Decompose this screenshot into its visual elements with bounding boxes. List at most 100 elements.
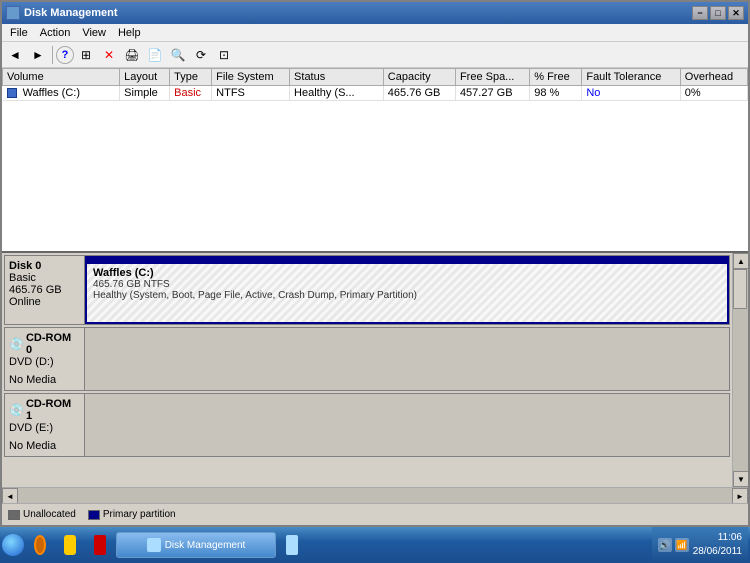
start-button[interactable] [2, 534, 24, 556]
main-content: Volume Layout Type File System Status Ca… [2, 68, 748, 525]
disk-map-inner: Disk 0 Basic 465.76 GB Online Waffles (C… [2, 253, 732, 487]
partition-info: 465.76 GB NTFS [93, 279, 721, 290]
col-overhead[interactable]: Overhead [680, 69, 747, 86]
clock-time: 11:06 [693, 531, 742, 545]
toolbar-sep-1 [52, 46, 53, 64]
print-button[interactable]: 🖨 [121, 44, 143, 66]
system-time: 11:06 28/06/2011 [693, 531, 742, 559]
hscroll-right-arrow[interactable]: ► [732, 488, 748, 504]
tools-icon [286, 535, 298, 555]
cdrom-0-icon: 💿 [9, 337, 24, 351]
clock-date: 28/06/2011 [693, 545, 742, 559]
minimize-button[interactable]: − [692, 6, 708, 20]
disk-map-scroll-container: Disk 0 Basic 465.76 GB Online Waffles (C… [2, 253, 748, 487]
tray-icon-2: 📶 [675, 538, 689, 552]
cdrom-0-row: 💿 CD-ROM 0 DVD (D:) No Media [4, 327, 730, 391]
forward-button[interactable]: ► [27, 44, 49, 66]
col-filesystem[interactable]: File System [212, 69, 290, 86]
cdrom-0-contents [85, 328, 729, 390]
menu-help[interactable]: Help [112, 26, 147, 40]
menu-bar: File Action View Help [2, 24, 748, 42]
cdrom-1-media: No Media [9, 440, 80, 452]
window-title: Disk Management [24, 7, 118, 19]
cdrom-1-row: 💿 CD-ROM 1 DVD (E:) No Media [4, 393, 730, 457]
maximize-button[interactable]: □ [710, 6, 726, 20]
col-pctfree[interactable]: % Free [530, 69, 582, 86]
menu-view[interactable]: View [76, 26, 112, 40]
ie-icon [34, 535, 46, 555]
taskbar-apps: Disk Management [26, 532, 652, 558]
menu-file[interactable]: File [4, 26, 34, 40]
hscroll-track[interactable] [18, 488, 732, 503]
taskbar-app-2[interactable] [56, 532, 84, 558]
search-button[interactable]: 🔍 [167, 44, 189, 66]
col-capacity[interactable]: Capacity [383, 69, 455, 86]
col-faulttolerance[interactable]: Fault Tolerance [582, 69, 680, 86]
legend-primary-label: Primary partition [103, 509, 176, 520]
help-button[interactable]: ? [56, 46, 74, 64]
back-button[interactable]: ◄ [4, 44, 26, 66]
volume-icon [7, 88, 17, 98]
unallocated-swatch [8, 510, 20, 520]
disk-0-status: Online [9, 296, 80, 308]
taskbar-app-3[interactable] [86, 532, 114, 558]
volume-table: Volume Layout Type File System Status Ca… [2, 68, 748, 101]
tray-icons: 🔊 📶 [658, 538, 689, 552]
partition-status: Healthy (System, Boot, Page File, Active… [93, 290, 721, 301]
cdrom-1-icon: 💿 [9, 403, 24, 417]
horizontal-scrollbar[interactable]: ◄ ► [2, 487, 748, 503]
export-button[interactable]: 📄 [144, 44, 166, 66]
disk-0-label: Disk 0 Basic 465.76 GB Online [5, 256, 85, 324]
volume-table-area: Volume Layout Type File System Status Ca… [2, 68, 748, 253]
legend-bar: Unallocated Primary partition [2, 503, 748, 525]
cell-type: Basic [170, 86, 212, 101]
legend-unallocated: Unallocated [8, 509, 76, 520]
scroll-up-arrow[interactable]: ▲ [733, 253, 748, 269]
legend-primary: Primary partition [88, 509, 176, 520]
close-button[interactable]: ✕ [728, 6, 744, 20]
disk-0-contents: Waffles (C:) 465.76 GB NTFS Healthy (Sys… [85, 256, 729, 324]
cdrom-1-drive: DVD (E:) [9, 422, 80, 434]
col-status[interactable]: Status [290, 69, 384, 86]
tray-icon-1: 🔊 [658, 538, 672, 552]
folder-icon [64, 535, 76, 555]
taskbar-app-active[interactable]: Disk Management [116, 532, 276, 558]
cell-freespace: 457.27 GB [455, 86, 529, 101]
disk-0-type: Basic [9, 272, 80, 284]
col-type[interactable]: Type [170, 69, 212, 86]
cdrom-1-name: CD-ROM 1 [26, 398, 80, 422]
disk-0-name: Disk 0 [9, 260, 80, 272]
scroll-track[interactable] [733, 269, 748, 471]
cdrom-0-drive: DVD (D:) [9, 356, 80, 368]
disk-0-size: 465.76 GB [9, 284, 80, 296]
scroll-thumb[interactable] [733, 269, 747, 309]
cell-capacity: 465.76 GB [383, 86, 455, 101]
active-app-label: Disk Management [165, 540, 246, 551]
delete-button[interactable]: ✕ [98, 44, 120, 66]
taskbar-app-1[interactable] [26, 532, 54, 558]
properties-button[interactable]: ⊞ [75, 44, 97, 66]
cdrom-1-contents [85, 394, 729, 456]
cell-overhead: 0% [680, 86, 747, 101]
disk-map-container: Disk 0 Basic 465.76 GB Online Waffles (C… [2, 253, 748, 525]
refresh-button[interactable]: ⟳ [190, 44, 212, 66]
scroll-down-arrow[interactable]: ▼ [733, 471, 748, 487]
disk-0-partition[interactable]: Waffles (C:) 465.76 GB NTFS Healthy (Sys… [85, 262, 729, 324]
title-bar: Disk Management − □ ✕ [2, 2, 748, 24]
col-layout[interactable]: Layout [120, 69, 170, 86]
extra-button[interactable]: ⊡ [213, 44, 235, 66]
menu-action[interactable]: Action [34, 26, 77, 40]
disk-management-window: Disk Management − □ ✕ File Action View H… [0, 0, 750, 527]
partition-name: Waffles (C:) [93, 267, 721, 279]
col-freespace[interactable]: Free Spa... [455, 69, 529, 86]
cell-volume: Waffles (C:) [3, 86, 120, 101]
table-row[interactable]: Waffles (C:) Simple Basic NTFS Healthy (… [3, 86, 748, 101]
system-tray: 🔊 📶 11:06 28/06/2011 [652, 527, 748, 563]
vertical-scrollbar[interactable]: ▲ ▼ [732, 253, 748, 487]
cdrom-0-media: No Media [9, 374, 80, 386]
disk-0-row: Disk 0 Basic 465.76 GB Online Waffles (C… [4, 255, 730, 325]
cdrom-0-label: 💿 CD-ROM 0 DVD (D:) No Media [5, 328, 85, 390]
taskbar-app-5[interactable] [278, 532, 306, 558]
col-volume[interactable]: Volume [3, 69, 120, 86]
hscroll-left-arrow[interactable]: ◄ [2, 488, 18, 504]
